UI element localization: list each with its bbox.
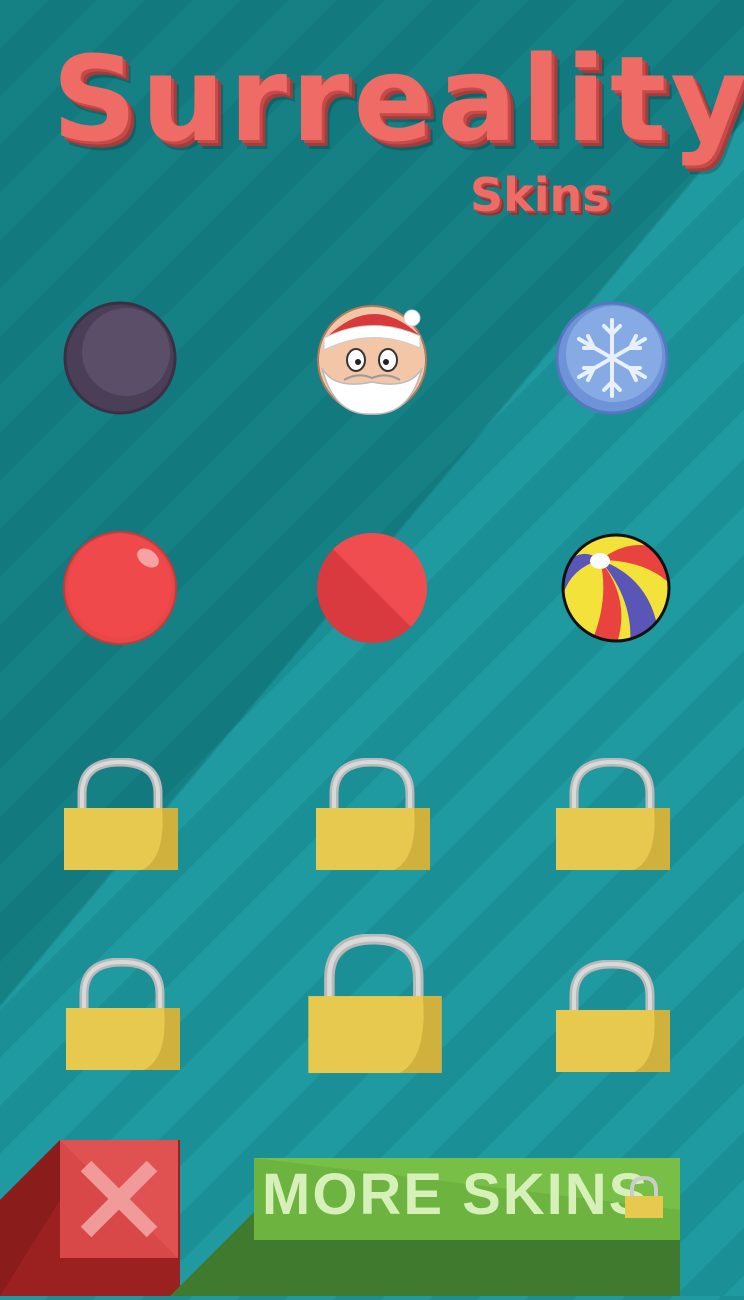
padlock-icon — [316, 758, 430, 870]
close-icon — [0, 1140, 180, 1296]
close-button[interactable] — [0, 1140, 180, 1296]
padlock-icon — [556, 758, 670, 870]
skin-locked-slot[interactable] — [306, 934, 444, 1078]
padlock-icon — [66, 958, 180, 1070]
skin-red-glossy-ball[interactable] — [62, 530, 180, 646]
skin-locked-slot[interactable] — [62, 758, 180, 874]
red-glossy-ball-icon — [63, 531, 177, 645]
skin-dark-ball[interactable] — [62, 300, 178, 416]
skin-santa-ball[interactable] — [314, 298, 434, 418]
skin-beach-ball[interactable] — [560, 530, 676, 646]
skin-red-flat-ball[interactable] — [314, 530, 430, 646]
padlock-icon — [625, 1176, 663, 1218]
snowflake-ball-icon — [555, 301, 669, 415]
red-flat-ball-icon — [317, 533, 427, 643]
screen-subtitle: Skins — [470, 168, 610, 222]
skin-snowflake-ball[interactable] — [552, 300, 670, 416]
background-shade — [0, 0, 744, 1296]
skin-locked-slot[interactable] — [314, 758, 432, 874]
padlock-icon — [556, 960, 670, 1072]
santa-ball-icon — [317, 305, 427, 415]
more-skins-padlock — [624, 1176, 664, 1220]
padlock-icon — [308, 934, 442, 1074]
beach-ball-icon — [561, 533, 671, 643]
skin-locked-slot[interactable] — [64, 958, 182, 1074]
more-skins-label: MORE SKINS — [262, 1162, 650, 1227]
padlock-icon — [64, 758, 178, 870]
skin-locked-slot[interactable] — [554, 960, 672, 1076]
game-title: Surreality — [52, 30, 744, 168]
skin-locked-slot[interactable] — [554, 758, 672, 874]
dark-ball-icon — [63, 301, 177, 415]
